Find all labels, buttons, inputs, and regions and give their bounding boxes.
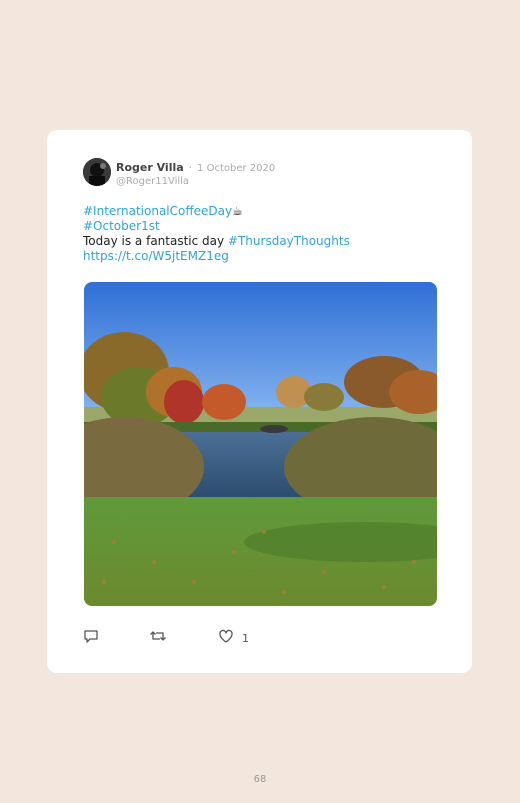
reply-button[interactable] [83,628,99,648]
page-number: 68 [253,774,267,785]
tweet-date[interactable]: 1 October 2020 [197,163,275,174]
tweet-meta: Roger Villa · 1 October 2020 @Roger11Vil… [116,159,275,188]
hashtag-thursday-thoughts[interactable]: #ThursdayThoughts [228,234,350,248]
retweet-button[interactable] [149,628,167,648]
tweet-photo[interactable] [84,282,437,606]
avatar[interactable] [83,158,111,186]
tweet-card: Roger Villa · 1 October 2020 @Roger11Vil… [47,130,472,673]
tweet-body-text: Today is a fantastic day [83,234,228,248]
hashtag-international-coffee-day[interactable]: #InternationalCoffeeDay [83,204,232,218]
hashtag-october-1st[interactable]: #October1st [83,219,160,233]
retweet-icon [149,628,167,648]
coffee-emoji: ☕ [232,204,243,218]
tweet-actions: 1 [83,628,423,645]
like-button[interactable]: 1 [218,628,249,648]
separator-dot: · [188,163,192,174]
heart-icon [218,628,234,648]
like-count: 1 [242,631,249,645]
tweet-link[interactable]: https://t.co/W5jtEMZ1eg [83,249,229,263]
reply-icon [83,628,99,648]
author-name[interactable]: Roger Villa [116,161,184,174]
author-handle[interactable]: @Roger11Villa [116,175,275,188]
tweet-text: #InternationalCoffeeDay☕ #October1st Tod… [83,204,350,264]
